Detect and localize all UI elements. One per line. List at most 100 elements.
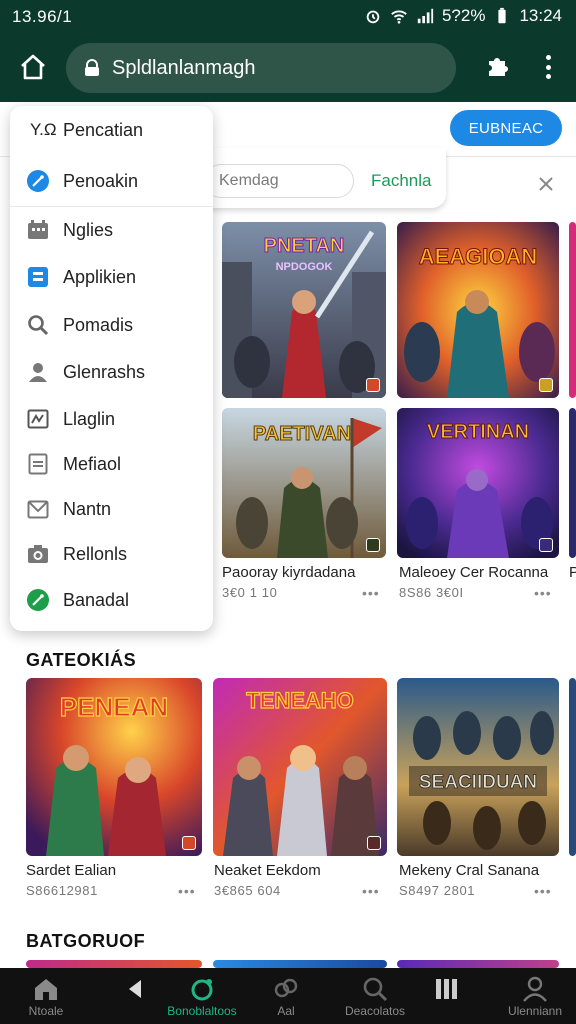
menu-item[interactable]: Llaglin <box>10 399 213 439</box>
game-card-thumbnail[interactable]: PNETAN NPDOGOK <box>222 222 386 398</box>
game-title[interactable]: Neaket Eekdom <box>214 862 321 879</box>
menu-item[interactable]: Nantn <box>10 489 213 529</box>
menu-item[interactable]: Penoakin <box>10 161 213 201</box>
section-title: BATGORUOF <box>26 931 146 951</box>
menu-item[interactable]: Pomadis <box>10 305 213 345</box>
nav-profile[interactable]: Ulenniann <box>500 968 570 1024</box>
status-time-left: 13.96/1 <box>12 7 73 26</box>
game-card-thumbnail-partial[interactable] <box>213 960 387 968</box>
nav-label: Aal <box>277 1004 295 1018</box>
game-card-thumbnail-partial[interactable] <box>569 408 576 558</box>
menu-item-label: Mefiaol <box>63 453 122 474</box>
nav-label: Ntoale <box>28 1004 64 1018</box>
game-subtitle: S8497 2801 <box>399 883 476 898</box>
menu-item-label: Banadal <box>63 589 130 610</box>
home-icon[interactable] <box>16 50 50 84</box>
menu-item[interactable]: Nglies <box>10 210 213 250</box>
svg-text:NPDOGOK: NPDOGOK <box>276 261 333 273</box>
nav-recents[interactable] <box>432 968 462 1024</box>
nav-label: Deacolatos <box>344 1004 406 1018</box>
game-title[interactable]: Paooray kiyrdadana <box>222 564 355 581</box>
game-card-thumbnail-partial[interactable] <box>569 678 576 856</box>
home-icon <box>35 979 57 1000</box>
svg-text:PENEAN: PENEAN <box>60 692 168 722</box>
menu-item[interactable]: Banadal <box>10 580 213 620</box>
nav-active-tab[interactable]: Bonoblaltoos <box>160 968 244 1024</box>
address-bar[interactable]: Spldlanlanmagh <box>66 43 456 93</box>
menu-item[interactable]: Rellonls <box>10 534 213 574</box>
more-options-icon[interactable]: ••• <box>534 883 552 899</box>
more-options-icon[interactable]: ••• <box>362 585 380 601</box>
game-card-thumbnail-partial[interactable] <box>397 960 559 968</box>
svg-text:AEAGIOAN: AEAGIOAN <box>419 244 538 269</box>
search-input[interactable]: Kemdag <box>204 164 354 198</box>
battery-percent: 5?2% <box>441 6 486 25</box>
game-card-thumbnail-partial[interactable] <box>26 960 202 968</box>
svg-text:SEACIIDUAN: SEACIIDUAN <box>419 772 537 793</box>
url-text: Spldlanlanmagh <box>112 56 256 79</box>
store-badge-icon <box>539 378 553 392</box>
menu-item[interactable]: Applikien <box>10 257 213 297</box>
wifi-icon <box>391 10 407 24</box>
game-title[interactable]: Mekeny Cral Sanana <box>399 862 539 879</box>
store-badge-icon <box>182 836 196 850</box>
primary-button[interactable]: EUBNEAC <box>450 110 562 146</box>
alarm-icon <box>366 10 380 24</box>
svg-text:PAETIVAN: PAETIVAN <box>253 423 351 445</box>
dropdown-menu: Y.Ω Pencatian Penoakin Nglies Applikien … <box>10 106 213 631</box>
menu-item-label: Glenrashs <box>63 361 146 382</box>
camera-icon <box>26 542 50 566</box>
svg-text:TENEAHO: TENEAHO <box>246 688 354 713</box>
extension-icon[interactable] <box>484 52 512 80</box>
recents-bars-icon <box>436 979 457 999</box>
game-card-thumbnail[interactable]: PAETIVAN <box>222 408 386 558</box>
game-card-thumbnail[interactable]: PENEAN <box>26 678 202 856</box>
game-card-thumbnail[interactable]: VERTINAN <box>397 408 559 558</box>
game-subtitle: S86612981 <box>26 883 98 898</box>
more-options-icon[interactable]: ••• <box>362 883 380 899</box>
pen-circle-icon <box>26 169 50 193</box>
game-subtitle: 8S86 3€0I <box>399 585 464 600</box>
menu-item-label: Pomadis <box>63 314 134 335</box>
bottom-navigation: Ntoale Bonoblaltoos Aal Deacolatos Ulenn… <box>0 968 576 1024</box>
search-submit-link[interactable]: Fachnla <box>371 171 431 191</box>
svg-text:VERTINAN: VERTINAN <box>427 421 529 443</box>
lock-icon <box>85 59 99 76</box>
more-options-icon[interactable]: ••• <box>178 883 196 899</box>
more-options-icon[interactable]: ••• <box>534 585 552 601</box>
game-card-thumbnail[interactable]: AEAGIOAN <box>397 222 559 398</box>
store-badge-icon <box>366 538 380 552</box>
grid-icon <box>26 218 50 242</box>
game-title[interactable]: Maleoey Cer Rocanna <box>399 564 548 581</box>
nav-item[interactable]: Aal <box>266 968 306 1024</box>
page-content: EUBNEAC Kemdag Fachnla PNETAN NPDOGOK AE… <box>0 102 576 968</box>
game-title[interactable]: Sardet Ealian <box>26 862 116 879</box>
game-card-thumbnail-partial[interactable] <box>569 222 576 398</box>
section-title: GATEOKIÁS <box>26 650 137 670</box>
person-icon <box>523 976 547 1002</box>
battery-icon <box>498 7 507 24</box>
search-icon <box>26 313 50 337</box>
more-menu-icon[interactable] <box>538 52 558 82</box>
chart-box-icon <box>26 407 50 431</box>
app-bar: Spldlanlanmagh <box>0 32 576 102</box>
nav-back[interactable] <box>120 968 150 1024</box>
game-title-partial[interactable]: P <box>569 564 576 581</box>
close-icon[interactable] <box>536 174 556 194</box>
menu-item[interactable]: Glenrashs <box>10 352 213 392</box>
art-title: PNETAN <box>264 235 345 257</box>
check-circle-icon <box>26 588 50 612</box>
document-icon <box>26 452 50 476</box>
nav-search[interactable]: Deacolatos <box>338 968 412 1024</box>
store-badge-icon <box>366 378 380 392</box>
menu-item-label: Nglies <box>63 219 114 240</box>
game-subtitle: 3€865 604 <box>214 883 281 898</box>
game-card-thumbnail[interactable]: SEACIIDUAN <box>397 678 559 856</box>
refresh-circle-icon <box>191 979 213 1001</box>
nav-home[interactable]: Ntoale <box>18 968 74 1024</box>
menu-item-label: Llaglin <box>63 408 116 429</box>
menu-item[interactable]: Mefiaol <box>10 444 213 484</box>
game-card-thumbnail[interactable]: TENEAHO <box>213 678 387 856</box>
menu-item[interactable]: Pencatian <box>10 110 213 150</box>
mail-icon <box>26 497 50 521</box>
